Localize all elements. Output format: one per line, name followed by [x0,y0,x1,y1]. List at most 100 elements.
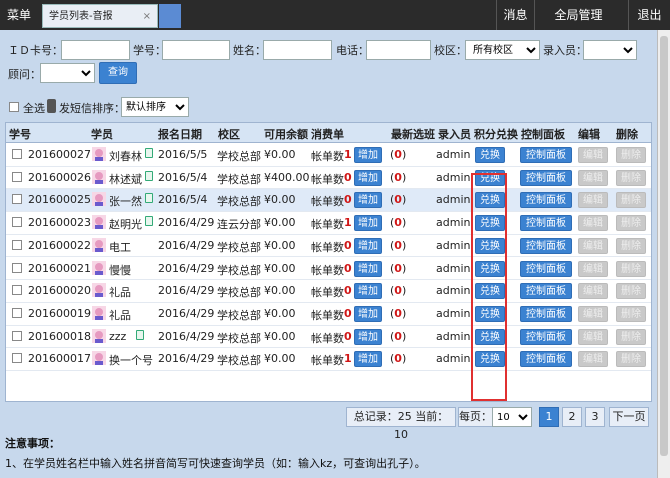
delete-button[interactable]: 删除 [616,328,646,345]
memo-icon[interactable] [145,170,153,181]
student-name[interactable]: 慢慢 [109,262,131,278]
delete-button[interactable]: 删除 [616,215,646,232]
add-bill-button[interactable]: 增加 [354,260,382,277]
student-name[interactable]: 电工 [109,239,131,255]
table-row[interactable]: 201600018 zzz 2016/4/29 学校总部 ¥0.00 帐单数 0 增加 (0) a… [6,326,651,349]
student-name[interactable]: 林述斌 [109,171,142,187]
student-name[interactable]: 礼品 [109,284,131,300]
student-no-input[interactable] [162,40,230,60]
table-row[interactable]: 201600017 换一个号 2016/4/29 学校总部 ¥0.00 帐单数 1 增加 (0)… [6,348,651,371]
advisor-select[interactable] [40,63,95,83]
col-delete[interactable]: 删除 [616,126,638,142]
table-row[interactable]: 201600027 刘春林 2016/5/5 学校总部 ¥0.00 帐单数 1 增加 (0) ad… [6,144,651,167]
add-bill-button[interactable]: 增加 [354,192,382,209]
memo-icon[interactable] [136,329,144,340]
tab-student-list[interactable]: 学员列表-音报 × [42,4,158,28]
col-balance[interactable]: 可用余额 [264,126,308,142]
next-page[interactable]: 下一页 [609,407,649,427]
recorder-select[interactable] [583,40,637,60]
global-admin-button[interactable]: 全局管理 [534,0,622,30]
student-name[interactable]: 礼品 [109,307,131,323]
row-checkbox[interactable] [12,262,22,273]
row-checkbox[interactable] [12,149,22,159]
control-panel-button[interactable]: 控制面板 [520,283,572,300]
student-name[interactable]: 刘春林 [109,148,142,164]
close-icon[interactable]: × [143,5,151,29]
col-panel[interactable]: 控制面板 [521,126,565,142]
control-panel-button[interactable]: 控制面板 [520,147,572,163]
add-bill-button[interactable]: 增加 [354,237,382,254]
exchange-button[interactable]: 兑换 [475,147,505,163]
col-bills[interactable]: 消费单 [311,126,344,142]
add-bill-button[interactable]: 增加 [354,169,382,186]
edit-button[interactable]: 编辑 [578,283,608,300]
page-3[interactable]: 3 [585,407,605,427]
row-checkbox[interactable] [12,285,22,296]
add-bill-button[interactable]: 增加 [354,328,382,345]
student-name[interactable]: 赵明光 [109,216,142,232]
control-panel-button[interactable]: 控制面板 [520,237,572,254]
edit-button[interactable]: 编辑 [578,147,608,163]
col-edit[interactable]: 编辑 [578,126,600,142]
col-latest-class[interactable]: 最新选班 [391,126,435,142]
sort-select[interactable]: 默认排序 [121,97,189,117]
student-name[interactable]: 换一个号 [109,352,153,368]
add-bill-button[interactable]: 增加 [354,215,382,232]
control-panel-button[interactable]: 控制面板 [520,169,572,186]
delete-button[interactable]: 删除 [616,147,646,163]
scrollbar-thumb[interactable] [660,36,668,456]
edit-button[interactable]: 编辑 [578,305,608,322]
row-checkbox[interactable] [12,171,22,182]
memo-icon[interactable] [145,216,153,227]
select-all-checkbox[interactable] [9,102,19,112]
phone-input[interactable] [366,40,431,60]
edit-button[interactable]: 编辑 [578,215,608,232]
query-button[interactable]: 查询 [99,62,137,84]
row-checkbox[interactable] [12,330,22,341]
col-recorder[interactable]: 录入员 [438,126,471,142]
edit-button[interactable]: 编辑 [578,351,608,368]
tab-add-area[interactable] [159,4,181,28]
vertical-scrollbar[interactable] [657,30,670,478]
name-input[interactable] [263,40,332,60]
per-page-select[interactable]: 10 [492,407,532,427]
menu-button[interactable]: 菜单 [0,0,38,30]
table-row[interactable]: 201600019 礼品 2016/4/29 学校总部 ¥0.00 帐单数 0 增加 (0) ad… [6,303,651,326]
edit-button[interactable]: 编辑 [578,328,608,345]
edit-button[interactable]: 编辑 [578,169,608,186]
add-bill-button[interactable]: 增加 [354,305,382,322]
col-id[interactable]: 学号 [9,126,31,142]
control-panel-button[interactable]: 控制面板 [520,192,572,209]
edit-button[interactable]: 编辑 [578,192,608,209]
row-checkbox[interactable] [12,217,22,228]
table-row[interactable]: 201600026 林述斌 2016/5/4 学校总部 ¥400.00 帐单数 0 增加 (0)… [6,167,651,190]
page-1[interactable]: 1 [539,407,559,427]
memo-icon[interactable] [145,148,153,158]
id-card-input[interactable] [61,40,130,60]
table-row[interactable]: 201600020 礼品 2016/4/29 学校总部 ¥0.00 帐单数 0 增加 (0) ad… [6,280,651,303]
col-points[interactable]: 积分兑换 [474,126,518,142]
add-bill-button[interactable]: 增加 [354,147,382,163]
row-checkbox[interactable] [12,307,22,318]
delete-button[interactable]: 删除 [616,260,646,277]
delete-button[interactable]: 删除 [616,192,646,209]
memo-icon[interactable] [145,193,153,204]
row-checkbox[interactable] [12,239,22,250]
student-name[interactable]: zzz [109,330,126,343]
control-panel-button[interactable]: 控制面板 [520,305,572,322]
page-2[interactable]: 2 [562,407,582,427]
delete-button[interactable]: 删除 [616,237,646,254]
delete-button[interactable]: 删除 [616,351,646,368]
campus-select[interactable]: 所有校区 [465,40,540,60]
row-checkbox[interactable] [12,194,22,205]
edit-button[interactable]: 编辑 [578,260,608,277]
messages-button[interactable]: 消息 [496,0,534,30]
row-checkbox[interactable] [12,353,22,364]
add-bill-button[interactable]: 增加 [354,351,382,368]
col-student[interactable]: 学员 [91,126,113,142]
col-campus[interactable]: 校区 [218,126,240,142]
control-panel-button[interactable]: 控制面板 [520,351,572,368]
delete-button[interactable]: 删除 [616,283,646,300]
control-panel-button[interactable]: 控制面板 [520,215,572,232]
edit-button[interactable]: 编辑 [578,237,608,254]
